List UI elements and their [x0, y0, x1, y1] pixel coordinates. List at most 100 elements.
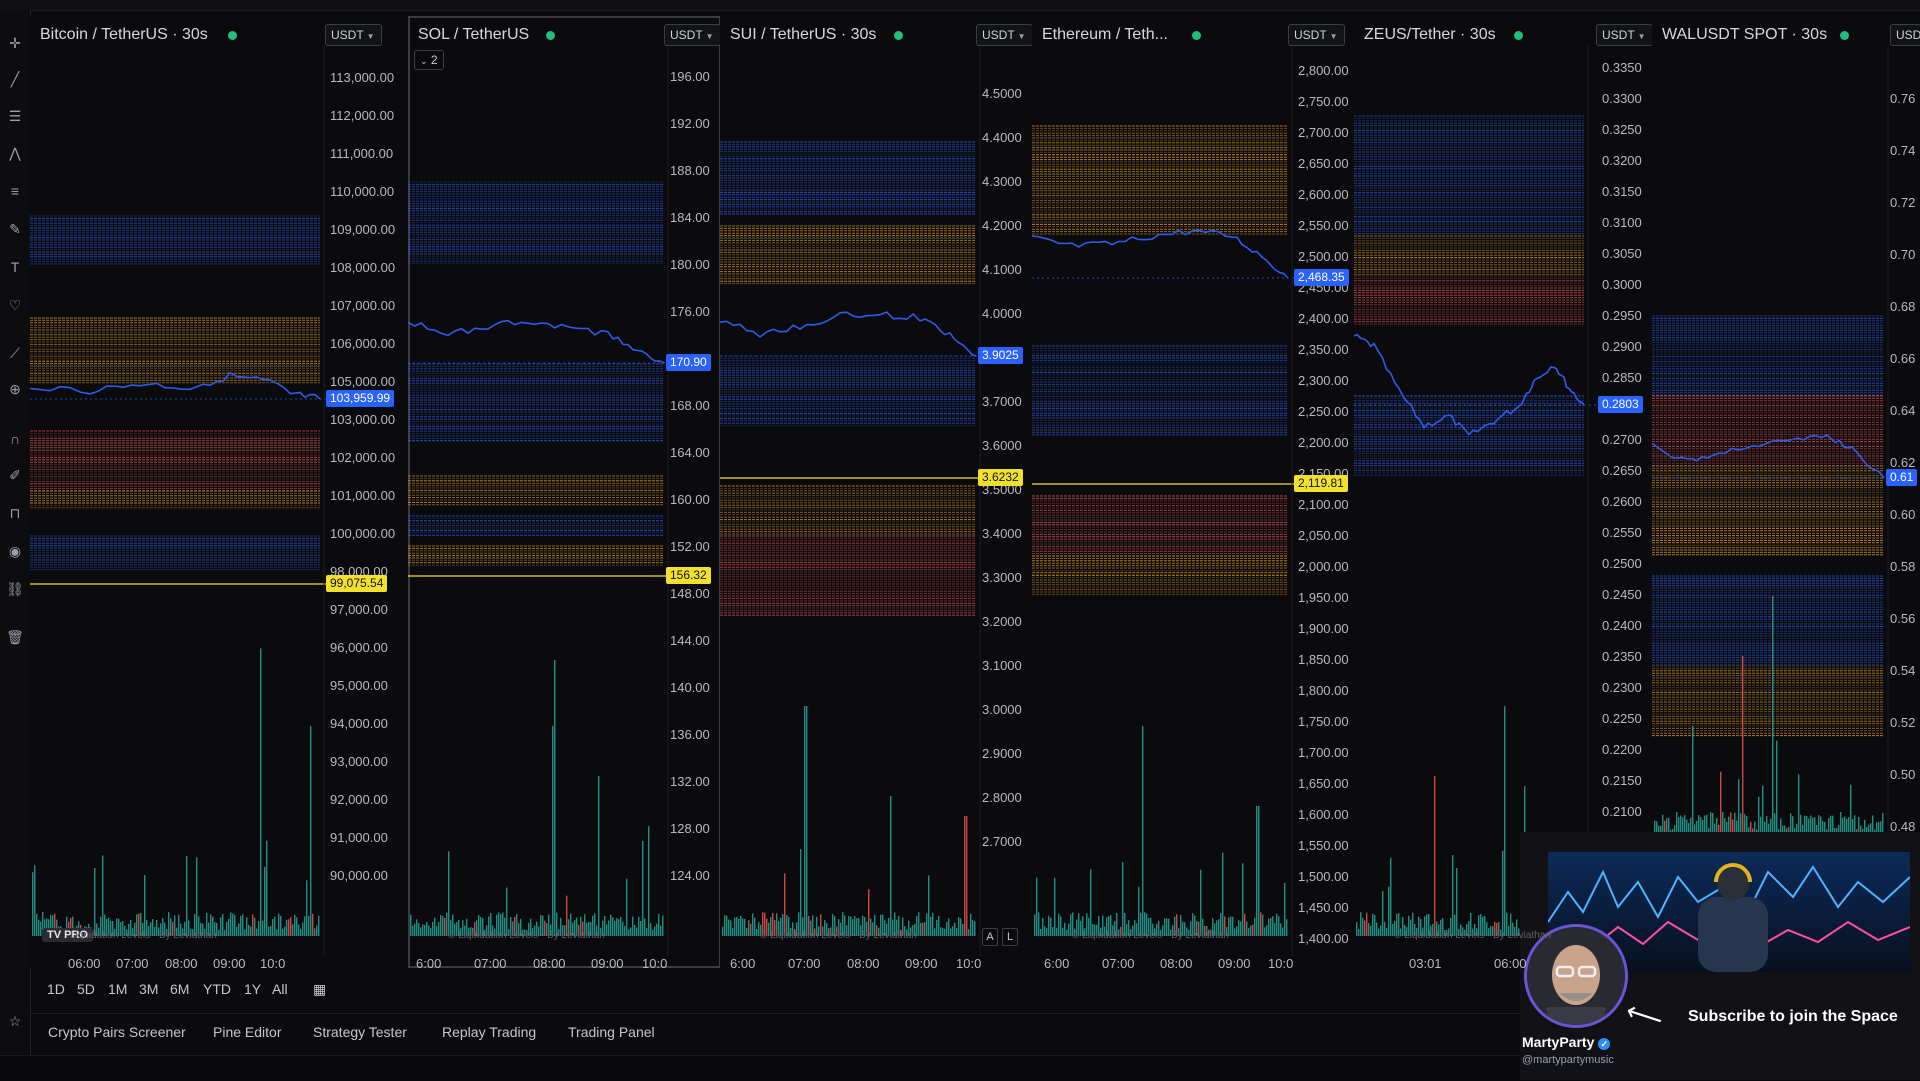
scale-button-l[interactable]: L: [1002, 928, 1018, 946]
range-all[interactable]: All: [272, 981, 288, 997]
volume-bar: [1758, 796, 1760, 836]
calendar-icon[interactable]: ▦: [313, 981, 326, 998]
drawing-toolbar: ✛ ╱ ☰ ⋀ ≡ ✎ T ♡ ⟋ ⊕ ∩ ✐ ⊓ ◉ ⛓ 🗑 ☆: [0, 10, 31, 1055]
heart-icon[interactable]: ♡: [0, 294, 30, 316]
text-icon[interactable]: T: [0, 256, 30, 278]
volume-bar: [1278, 916, 1280, 936]
horizontal-lines-icon[interactable]: ☰: [0, 105, 30, 127]
price-axis-label: 0.2200: [1602, 742, 1642, 757]
price-axis-label: 0.2650: [1602, 463, 1642, 478]
currency-select[interactable]: USDT ▼: [664, 24, 720, 46]
price-axis-label: 132.00: [670, 774, 710, 789]
volume-bar: [284, 926, 286, 936]
chart-panel-sui[interactable]: SUI / TetherUS · 30s USDT ▼ 4.5000 4.4000 4…: [720, 16, 1033, 968]
volume-bar: [1380, 925, 1382, 936]
currency-select[interactable]: USDT ▼: [1596, 24, 1652, 46]
volume-bar: [144, 875, 146, 936]
tab-crypto-pairs-screener[interactable]: Crypto Pairs Screener: [48, 1024, 186, 1040]
magnet-icon[interactable]: ∩: [0, 428, 30, 450]
fib-icon[interactable]: ≡: [0, 180, 30, 202]
volume-bar: [414, 923, 416, 936]
tab-replay-trading[interactable]: Replay Trading: [442, 1024, 536, 1040]
volume-bar: [804, 706, 806, 936]
lock-draw-icon[interactable]: ✐: [0, 464, 30, 486]
price-axis-label: 0.2100: [1602, 804, 1642, 819]
eye-icon[interactable]: ◉: [0, 540, 30, 562]
price-axis-label: 0.3100: [1602, 215, 1642, 230]
chart-title[interactable]: SUI / TetherUS · 30s: [730, 26, 876, 44]
price-axis-label: 0.74: [1890, 143, 1916, 158]
trash-icon[interactable]: 🗑: [0, 626, 30, 648]
price-axis-label: 0.2450: [1602, 587, 1642, 602]
link-icon[interactable]: ⛓: [0, 578, 30, 600]
indicator-watermark: © Liquidation Levels - By Leviathan: [448, 930, 605, 941]
volume-bar: [448, 851, 450, 936]
price-axis-label: 2,400.00: [1298, 311, 1349, 326]
volume-bar: [314, 928, 316, 936]
chart-panel-btc[interactable]: Bitcoin / TetherUS · 30s USDT ▼ 113,000.0…: [30, 16, 409, 968]
chart-canvas[interactable]: [1652, 16, 1920, 968]
chart-title[interactable]: Bitcoin / TetherUS · 30s: [40, 26, 208, 44]
tab-strategy-tester[interactable]: Strategy Tester: [313, 1024, 407, 1040]
tab-pine-editor[interactable]: Pine Editor: [213, 1024, 281, 1040]
range-6m[interactable]: 6M: [170, 981, 189, 997]
pattern-icon[interactable]: ⋀: [0, 142, 30, 164]
range-1y[interactable]: 1Y: [244, 981, 261, 997]
chart-panel-wal[interactable]: WALUSDT SPOT · 30s USDT 0.76 0.74 0.72 0.70…: [1652, 16, 1920, 968]
volume-bar: [1236, 926, 1238, 936]
volume-bar: [1052, 927, 1054, 936]
chart-title[interactable]: ZEUS/Tether · 30s: [1364, 26, 1496, 44]
lock-icon[interactable]: ⊓: [0, 502, 30, 524]
volume-bar: [1054, 877, 1056, 936]
price-axis-label: 0.48: [1890, 819, 1916, 834]
chart-panel-sol[interactable]: SOL / TetherUS USDT ▼ ⌄ 2 196.00 192.00 188…: [408, 16, 721, 968]
volume-bar: [420, 927, 422, 936]
price-axis-label: 0.2950: [1602, 308, 1642, 323]
collapse-indicators-button[interactable]: ⌄ 2: [414, 50, 444, 70]
price-axis-label: 160.00: [670, 492, 710, 507]
subscribe-cta[interactable]: Subscribe to join the Space: [1688, 1008, 1898, 1026]
trend-line-icon[interactable]: ╱: [0, 68, 30, 90]
volume-bar: [630, 927, 632, 936]
currency-select[interactable]: USDT ▼: [325, 24, 382, 46]
ruler-icon[interactable]: ⟋: [0, 342, 30, 364]
volume-bar: [640, 920, 642, 936]
crosshair-icon[interactable]: ✛: [0, 32, 30, 54]
price-axis-label: 188.00: [670, 163, 710, 178]
current-price-tag: 3.9025: [978, 347, 1023, 364]
currency-select[interactable]: USDT ▼: [976, 24, 1032, 46]
range-3m[interactable]: 3M: [139, 981, 158, 997]
volume-bar: [1798, 774, 1800, 836]
currency-select[interactable]: USDT ▼: [1288, 24, 1345, 46]
volume-bar: [252, 914, 254, 936]
volume-bar: [1776, 740, 1778, 836]
star-icon[interactable]: ☆: [0, 1010, 30, 1032]
range-5d[interactable]: 5D: [77, 981, 95, 997]
chart-title[interactable]: Ethereum / Teth...: [1042, 26, 1168, 44]
chart-title[interactable]: WALUSDT SPOT · 30s: [1662, 26, 1827, 44]
price-axis-label: 113,000.00: [330, 70, 395, 85]
price-axis-label: 2,700.00: [1298, 125, 1349, 140]
price-axis-label: 0.66: [1890, 351, 1916, 366]
currency-select[interactable]: USDT: [1890, 24, 1920, 46]
volume-bar: [1050, 917, 1052, 936]
range-1m[interactable]: 1M: [108, 981, 127, 997]
volume-bar: [290, 917, 292, 936]
tab-trading-panel[interactable]: Trading Panel: [568, 1024, 655, 1040]
zoom-icon[interactable]: ⊕: [0, 378, 30, 400]
price-line: [408, 319, 665, 364]
range-1d[interactable]: 1D: [47, 981, 65, 997]
price-axis-label: 164.00: [670, 445, 710, 460]
volume-bar: [272, 919, 274, 936]
volume-bar: [1256, 806, 1258, 936]
brush-icon[interactable]: ✎: [0, 218, 30, 240]
chart-panel-eth[interactable]: Ethereum / Teth... USDT ▼ 2,800.00 2,750.0…: [1032, 16, 1355, 968]
volume-bar: [940, 927, 942, 936]
chart-title[interactable]: SOL / TetherUS: [418, 26, 529, 44]
range-ytd[interactable]: YTD: [203, 981, 231, 997]
volume-bar: [628, 929, 630, 936]
volume-bar: [632, 916, 634, 936]
scale-button-a[interactable]: A: [982, 928, 998, 946]
chart-panel-zeus[interactable]: ZEUS/Tether · 30s USDT ▼ 0.3350 0.3300 0.32…: [1354, 16, 1653, 968]
volume-bar: [924, 922, 926, 936]
